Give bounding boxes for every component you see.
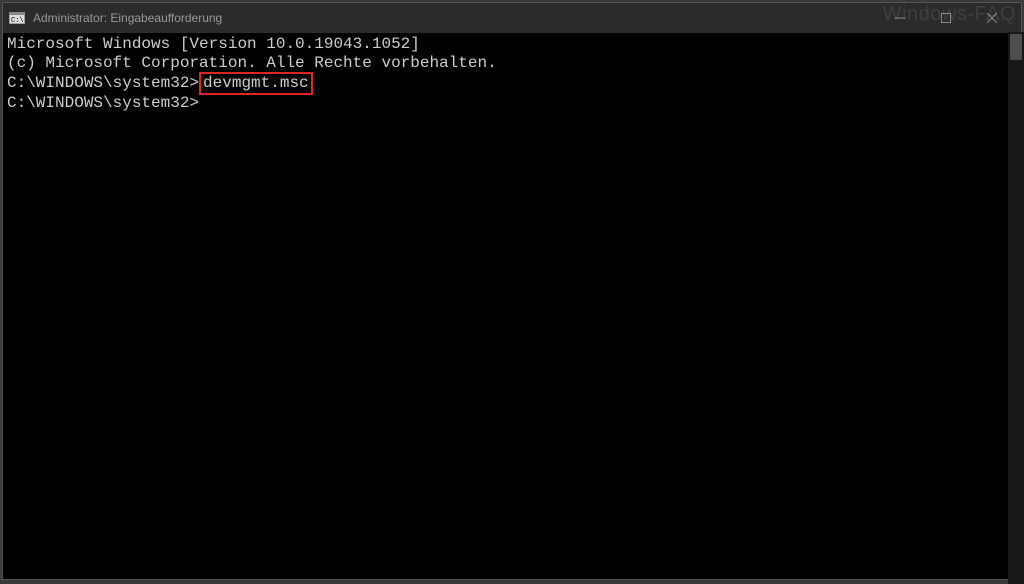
maximize-button[interactable] <box>923 3 969 33</box>
titlebar[interactable]: C:\ Administrator: Eingabeaufforderung <box>3 3 1021 33</box>
svg-text:C:\: C:\ <box>11 17 24 24</box>
window-title: Administrator: Eingabeaufforderung <box>33 11 222 25</box>
prompt-line-2: C:\WINDOWS\system32> <box>7 94 1017 113</box>
copyright-line: (c) Microsoft Corporation. Alle Rechte v… <box>7 54 1017 73</box>
app-icon: C:\ <box>9 11 25 25</box>
command-prompt-window: C:\ Administrator: Eingabeaufforderung M… <box>2 2 1022 580</box>
version-line: Microsoft Windows [Version 10.0.19043.10… <box>7 35 1017 54</box>
minimize-button[interactable] <box>877 3 923 33</box>
terminal-area[interactable]: Microsoft Windows [Version 10.0.19043.10… <box>3 33 1021 579</box>
prompt-line-1: C:\WINDOWS\system32>devmgmt.msc <box>7 73 1017 94</box>
vertical-scrollbar[interactable] <box>1008 32 1024 584</box>
command-highlight: devmgmt.msc <box>199 72 313 95</box>
window-controls <box>877 3 1015 33</box>
prompt-prefix: C:\WINDOWS\system32> <box>7 74 199 92</box>
close-button[interactable] <box>969 3 1015 33</box>
scrollbar-thumb[interactable] <box>1010 34 1022 60</box>
